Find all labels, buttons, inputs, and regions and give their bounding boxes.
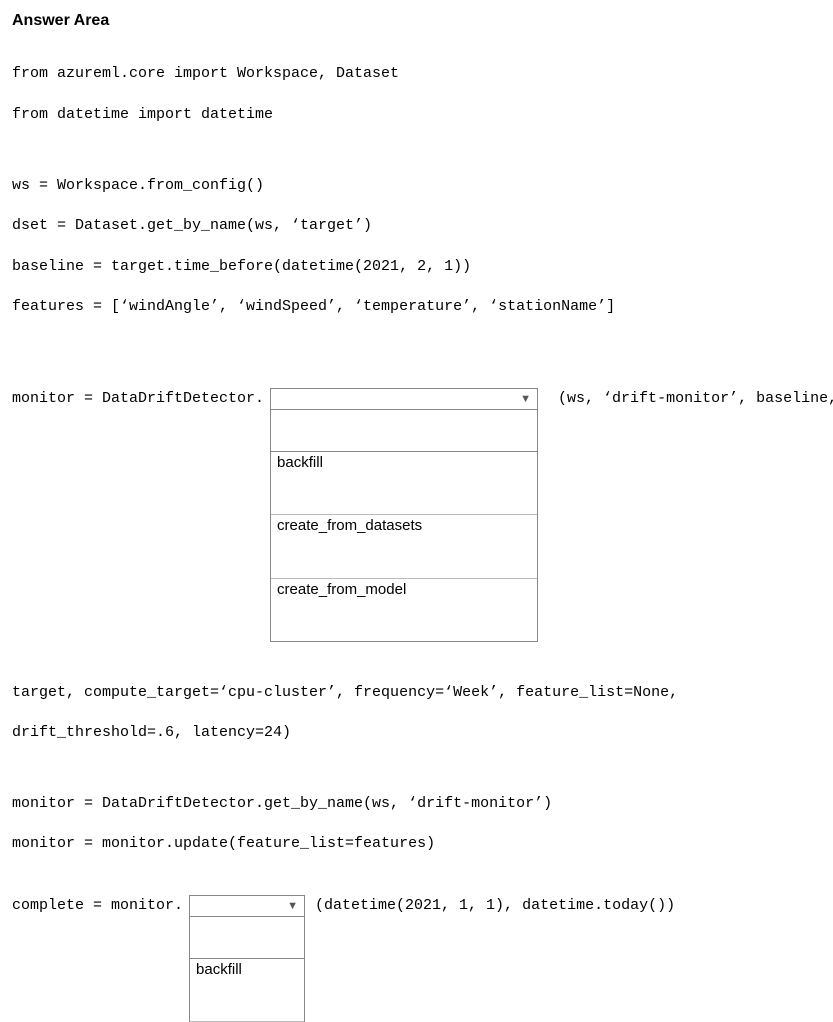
dropdown-options: backfill create_from_datasets create_fro… <box>270 410 538 642</box>
code-fragment: (datetime(2021, 1, 1), datetime.today()) <box>305 895 675 917</box>
code-line: monitor = monitor.update(feature_list=fe… <box>12 834 821 854</box>
dropdown-select[interactable]: ▼ <box>189 895 305 917</box>
code-line: target, compute_target=‘cpu-cluster’, fr… <box>12 683 821 703</box>
code-line: monitor = DataDriftDetector.get_by_name(… <box>12 794 821 814</box>
answer-area-heading: Answer Area <box>12 12 821 30</box>
code-fragment: (ws, ‘drift-monitor’, baseline, <box>538 388 833 410</box>
code-line: dset = Dataset.get_by_name(ws, ‘target’) <box>12 216 821 236</box>
code-line: ws = Workspace.from_config() <box>12 176 821 196</box>
code-fragment: monitor = DataDriftDetector. <box>12 388 270 410</box>
code-line: from datetime import datetime <box>12 105 821 125</box>
code-fragment: complete = monitor. <box>12 895 189 917</box>
dropdown-option[interactable]: create_from_model <box>271 578 537 601</box>
dropdown-option[interactable]: create_from_datasets <box>271 514 537 537</box>
dropdown-select[interactable]: ▼ <box>270 388 538 410</box>
dropdown-option[interactable]: list <box>190 1021 304 1022</box>
dropdown-options: backfill list update <box>189 917 305 1022</box>
dropdown-option[interactable]: backfill <box>190 958 304 981</box>
code-line-with-dropdown-1: monitor = DataDriftDetector. ▼ backfill … <box>12 388 821 642</box>
code-line: baseline = target.time_before(datetime(2… <box>12 257 821 277</box>
code-line: features = [‘windAngle’, ‘windSpeed’, ‘t… <box>12 297 821 317</box>
code-line-with-dropdown-2: complete = monitor. ▼ backfill list upda… <box>12 895 821 1022</box>
code-line: drift_threshold=.6, latency=24) <box>12 723 821 743</box>
code-line: from azureml.core import Workspace, Data… <box>12 64 821 84</box>
chevron-down-icon: ▼ <box>287 901 298 912</box>
dropdown-option[interactable]: backfill <box>271 451 537 474</box>
method-dropdown-2[interactable]: ▼ backfill list update <box>189 895 305 1022</box>
chevron-down-icon: ▼ <box>520 394 531 405</box>
method-dropdown-1[interactable]: ▼ backfill create_from_datasets create_f… <box>270 388 538 642</box>
code-block: from azureml.core import Workspace, Data… <box>12 44 821 1022</box>
